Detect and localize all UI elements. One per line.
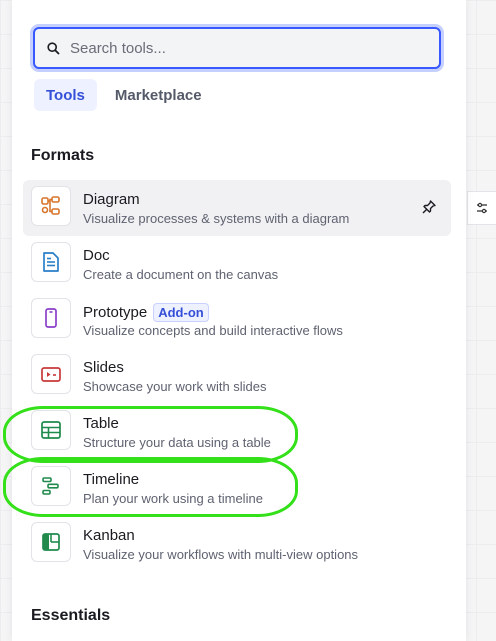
search-icon <box>47 41 60 55</box>
tool-description: Showcase your work with slides <box>83 379 267 394</box>
tool-name: Timeline <box>83 471 140 488</box>
tool-description: Visualize your workflows with multi-view… <box>83 547 359 562</box>
tool-name: Slides <box>83 359 124 376</box>
tool-description: Structure your data using a table <box>83 435 271 450</box>
tool-description: Visualize concepts and build interactive… <box>83 323 343 338</box>
tool-name: Kanban <box>83 527 135 544</box>
tool-description: Visualize processes & systems with a dia… <box>83 211 350 226</box>
section-title-formats: Formats <box>31 147 95 164</box>
tab-tools[interactable]: Tools <box>34 79 97 111</box>
diagram-icon <box>41 196 60 215</box>
pin-icon <box>422 200 436 214</box>
search-input[interactable] <box>70 39 410 57</box>
pin-button[interactable] <box>421 199 437 220</box>
tool-description: Create a document on the canvas <box>83 267 279 282</box>
tool-item-doc[interactable]: Doc Create a document on the canvas <box>23 236 451 292</box>
tool-item-slides[interactable]: Slides Showcase your work with slides <box>23 348 451 404</box>
kanban-icon <box>42 533 60 551</box>
tool-name: Table <box>83 415 119 432</box>
tool-name: Prototype Add-on <box>83 303 209 322</box>
search-box[interactable] <box>33 27 441 69</box>
slides-icon <box>41 367 61 382</box>
tool-name: Doc <box>83 247 110 264</box>
tool-item-diagram[interactable]: Diagram Visualize processes & systems wi… <box>23 180 451 236</box>
tool-item-kanban[interactable]: Kanban Visualize your workflows with mul… <box>23 516 451 572</box>
settings-toggle[interactable] <box>467 191 496 225</box>
tab-bar: Tools Marketplace <box>34 79 214 111</box>
tool-item-prototype[interactable]: Prototype Add-on Visualize concepts and … <box>23 292 451 348</box>
section-title-essentials: Essentials <box>31 607 111 624</box>
tool-name: Diagram <box>83 191 140 208</box>
timeline-icon <box>42 477 59 495</box>
tool-description: Plan your work using a timeline <box>83 491 263 506</box>
addon-badge: Add-on <box>153 303 209 322</box>
tool-item-timeline[interactable]: Timeline Plan your work using a timeline <box>23 460 451 516</box>
sliders-icon <box>477 202 487 214</box>
prototype-icon <box>45 308 57 328</box>
doc-icon <box>43 252 59 272</box>
table-icon <box>41 421 61 439</box>
tool-item-table[interactable]: Table Structure your data using a table <box>23 404 451 460</box>
tab-marketplace[interactable]: Marketplace <box>103 79 214 111</box>
